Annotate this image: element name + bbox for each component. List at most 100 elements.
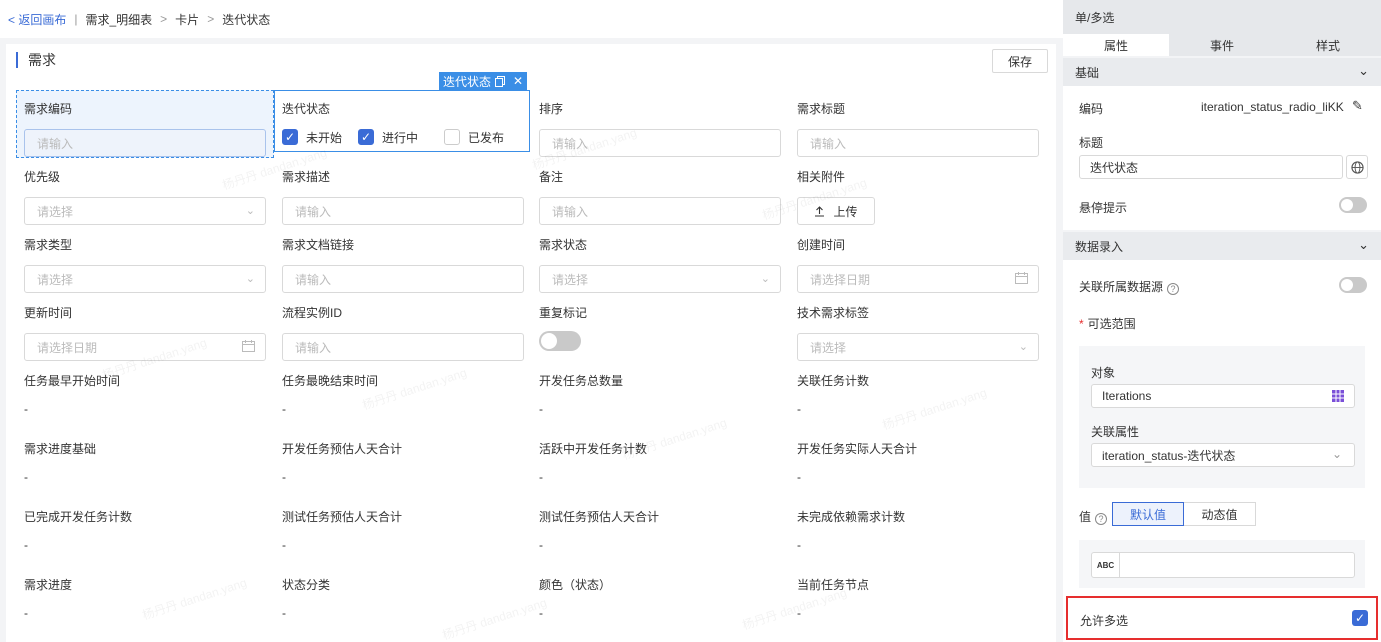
link-source-text: 关联所属数据源 <box>1079 280 1164 294</box>
calendar-icon <box>242 340 255 355</box>
edit-icon[interactable]: ✎ <box>1352 98 1363 114</box>
default-value-button[interactable]: 默认值 <box>1112 502 1184 526</box>
breadcrumb-item-current: 迭代状态 <box>222 12 271 27</box>
field-label: 更新时间 <box>24 306 73 320</box>
field-value: - <box>282 606 286 620</box>
text-input[interactable]: 请输入 <box>539 129 781 157</box>
select-input[interactable]: 请选择 ⌄ <box>24 197 266 225</box>
default-value-card: ABC <box>1079 540 1365 588</box>
section-basic-header[interactable]: 基础 ⌄ <box>1063 58 1381 86</box>
field-label: 开发任务预估人天合计 <box>282 442 403 456</box>
form-field: 创建时间请选择日期 <box>797 237 1039 293</box>
selected-tag-label: 迭代状态 <box>443 74 492 89</box>
form-field: 任务最晚结束时间 - <box>282 373 524 429</box>
text-input[interactable]: 请输入 <box>539 197 781 225</box>
select-input[interactable]: 请选择 ⌄ <box>797 333 1039 361</box>
text-input[interactable]: 请输入 <box>282 333 524 361</box>
date-input[interactable]: 请选择日期 <box>797 265 1039 293</box>
select-input[interactable]: 请选择 ⌄ <box>539 265 781 293</box>
field-label: 需求进度 <box>24 578 73 592</box>
repeat-flag-toggle[interactable] <box>539 331 581 351</box>
breadcrumb-arrow: > <box>207 12 215 26</box>
section-data-entry-title: 数据录入 <box>1075 239 1124 254</box>
title-input[interactable]: 迭代状态 <box>1079 155 1343 179</box>
field-label: 开发任务实际人天合计 <box>797 442 918 456</box>
checkbox-option[interactable]: ✓ 进行中 <box>358 129 418 146</box>
checkbox-checked-icon[interactable]: ✓ <box>282 129 298 145</box>
form-field: 更新时间 请选择日期 <box>24 305 266 361</box>
placeholder: 请输入 <box>295 340 332 355</box>
section-data-entry-header[interactable]: 数据录入 ⌄ <box>1063 232 1381 260</box>
field-label: 任务最晚结束时间 <box>282 374 379 388</box>
help-icon[interactable]: ? <box>1095 513 1108 525</box>
select-input[interactable]: 请选择 ⌄ <box>24 265 266 293</box>
field-label: 开发任务总数量 <box>539 374 624 388</box>
upload-label: 上传 <box>833 204 858 219</box>
field-value: - <box>797 470 801 484</box>
placeholder: 请选择日期 <box>810 272 871 287</box>
field-value: - <box>282 470 286 484</box>
link-source-toggle[interactable] <box>1339 277 1367 293</box>
field-label: 需求进度基础 <box>24 442 97 456</box>
attr-select[interactable]: iteration_status-迭代状态 ⌄ <box>1091 443 1355 467</box>
form-field: 需求描述 请输入 <box>282 169 524 225</box>
calendar-icon <box>1015 272 1028 287</box>
text-input[interactable]: 请输入 <box>282 265 524 293</box>
breadcrumb-divider: | <box>74 12 78 26</box>
placeholder: 请输入 <box>552 204 589 219</box>
field-value: - <box>282 402 286 416</box>
field-label: 排序 <box>539 102 564 116</box>
checkbox-label: 已发布 <box>468 130 505 145</box>
required-mark: * <box>1079 317 1084 331</box>
field-value: - <box>24 606 28 620</box>
tab-events[interactable]: 事件 <box>1169 34 1275 56</box>
form-field: 排序 请输入 <box>539 101 781 157</box>
field-label: 流程实例ID <box>282 306 343 320</box>
upload-icon <box>815 205 825 217</box>
checkbox-checked-icon[interactable]: ✓ <box>358 129 375 145</box>
copy-icon[interactable] <box>495 75 506 87</box>
back-to-canvas-link[interactable]: < 返回画布 <box>8 11 66 28</box>
card-canvas: 需求 保存 需求编码 请输入 迭代状态 ✓ 未开始 ✓ 进行中 已发布 排序 请输入 需求标题 请输入… <box>6 44 1056 642</box>
breadcrumb-item-card[interactable]: 卡片 <box>175 11 199 28</box>
form-field: 当前任务节点 - <box>797 577 1039 633</box>
field-label: 需求标题 <box>797 102 846 116</box>
checkbox-empty-icon[interactable] <box>444 129 461 145</box>
link-source-label: 关联所属数据源? <box>1079 278 1180 295</box>
field-label: 创建时间 <box>797 238 846 252</box>
tab-styles[interactable]: 样式 <box>1275 34 1381 56</box>
checkbox-option[interactable]: 已发布 <box>444 129 504 146</box>
help-icon[interactable]: ? <box>1167 283 1180 295</box>
grid-icon[interactable] <box>1332 390 1344 405</box>
object-input[interactable]: Iterations <box>1091 384 1355 408</box>
allow-multi-checkbox[interactable]: ✓ <box>1352 610 1368 626</box>
default-value-input[interactable]: ABC <box>1091 552 1355 578</box>
upload-button[interactable]: 上传 <box>797 197 875 225</box>
text-input[interactable]: 请输入 <box>282 197 524 225</box>
form-field: 重复标记 <box>539 305 781 351</box>
placeholder: 请输入 <box>810 136 847 151</box>
form-field: 颜色（状态） - <box>539 577 781 633</box>
dynamic-value-button[interactable]: 动态值 <box>1184 502 1256 526</box>
save-button[interactable]: 保存 <box>992 49 1048 73</box>
form-field: 任务最早开始时间 - <box>24 373 266 429</box>
tooltip-toggle[interactable] <box>1339 197 1367 213</box>
range-label: * 可选范围 <box>1079 315 1136 332</box>
breadcrumb-item-table[interactable]: 需求_明细表 <box>85 11 152 28</box>
date-input[interactable]: 请选择日期 <box>24 333 266 361</box>
form-field: 迭代状态 ✓ 未开始 ✓ 进行中 已发布 <box>282 101 524 147</box>
text-input[interactable]: 请输入 <box>797 129 1039 157</box>
field-label: 需求文档链接 <box>282 238 355 252</box>
attr-label: 关联属性 <box>1091 425 1140 439</box>
chevron-down-icon: ⌄ <box>1358 63 1369 78</box>
checkbox-option[interactable]: ✓ 未开始 <box>282 129 342 146</box>
field-label: 关联任务计数 <box>797 374 870 388</box>
form-field: 需求进度基础 - <box>24 441 266 497</box>
close-icon[interactable]: ✕ <box>513 74 523 88</box>
form-field: 需求文档链接 请输入 <box>282 237 524 293</box>
field-value: - <box>24 538 28 552</box>
text-input[interactable]: 请输入 <box>24 129 266 157</box>
allow-multi-row: 允许多选 ✓ <box>1066 596 1378 640</box>
globe-icon[interactable] <box>1346 155 1368 179</box>
tab-properties[interactable]: 属性 <box>1063 34 1169 56</box>
